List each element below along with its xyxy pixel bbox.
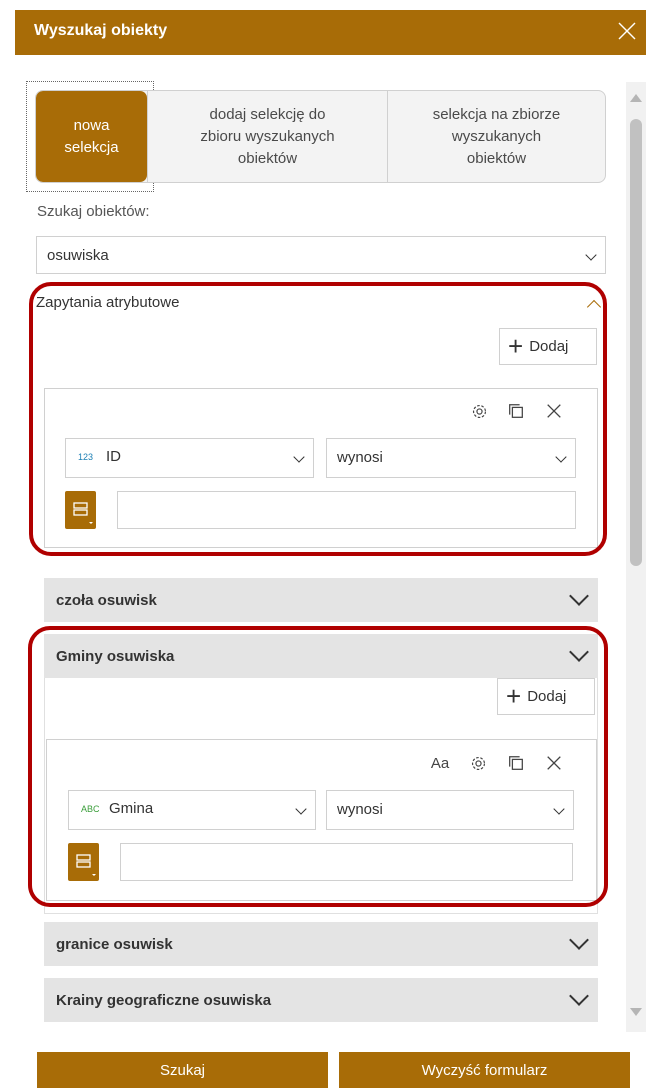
search-button[interactable]: Szukaj <box>37 1052 328 1088</box>
tab-add-to-selection[interactable]: dodaj selekcję do zbioru wyszukanych obi… <box>147 91 387 182</box>
section-krainy-geograficzne[interactable]: Krainy geograficzne osuwiska <box>44 978 598 1022</box>
tab-select-within[interactable]: selekcja na zbiorze wyszukanych obiektów <box>387 91 605 182</box>
search-layer-label: Szukaj obiektów: <box>37 203 150 220</box>
scrollbar[interactable] <box>626 82 646 1032</box>
scroll-down-arrow-icon[interactable] <box>630 1008 642 1016</box>
clear-form-button[interactable]: Wyczyść formularz <box>339 1052 630 1088</box>
selection-mode-tabs: nowa selekcja dodaj selekcję do zbioru w… <box>35 90 606 183</box>
highlight-frame-attribute-queries <box>29 282 607 556</box>
chevron-down-icon <box>585 249 597 261</box>
section-title: granice osuwisk <box>56 936 173 953</box>
scrollbar-thumb[interactable] <box>630 119 642 566</box>
chevron-down-icon <box>569 586 589 606</box>
section-czola-osuwisk[interactable]: czoła osuwisk <box>44 578 598 622</box>
section-granice-osuwisk[interactable]: granice osuwisk <box>44 922 598 966</box>
section-title: Krainy geograficzne osuwiska <box>56 992 272 1009</box>
tab-new-selection[interactable]: nowa selekcja <box>36 91 147 182</box>
dialog-title: Wyszukaj obiekty <box>34 22 168 39</box>
layer-select-value: osuwiska <box>47 247 109 264</box>
layer-select[interactable]: osuwiska <box>36 236 606 274</box>
scroll-up-arrow-icon[interactable] <box>630 94 642 102</box>
highlight-frame-gminy <box>28 626 608 907</box>
chevron-down-icon <box>569 986 589 1006</box>
close-icon[interactable] <box>616 20 638 42</box>
chevron-down-icon <box>569 930 589 950</box>
section-title: czoła osuwisk <box>56 592 157 609</box>
dialog-header: Wyszukaj obiekty <box>15 10 646 55</box>
